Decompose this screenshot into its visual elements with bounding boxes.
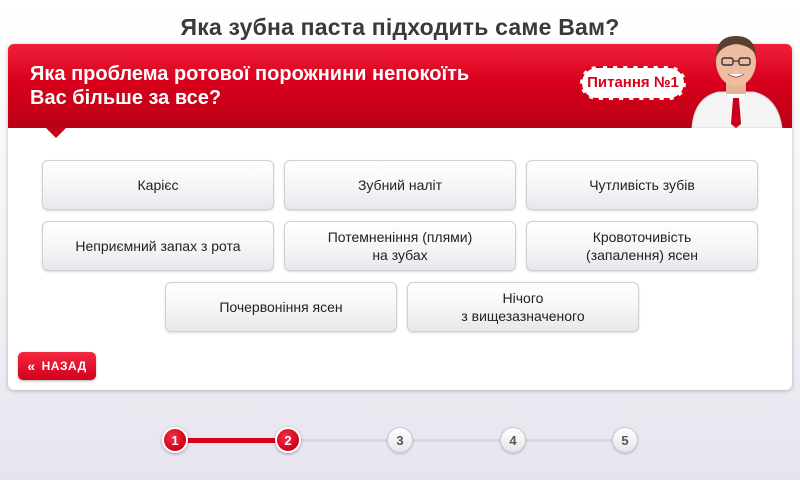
step-2[interactable]: 2 [275,427,301,453]
option-sensitivity[interactable]: Чутливість зубів [526,160,758,210]
step-1[interactable]: 1 [162,427,188,453]
option-bad-breath[interactable]: Неприємний запах з рота [42,221,274,271]
step-3[interactable]: 3 [387,427,413,453]
back-button-label: НАЗАД [41,359,87,373]
question-card: Яка проблема ротової порожнини непокоїть… [8,36,792,390]
option-plaque[interactable]: Зубний наліт [284,160,516,210]
option-label: Кровоточивість (запалення) ясен [586,229,698,263]
question-text: Яка проблема ротової порожнини непокоїть… [30,62,550,110]
progress-track-fill [175,438,288,443]
progress-indicator: 1 2 3 4 5 [0,420,800,460]
option-label: Карієс [137,177,179,193]
back-button[interactable]: « НАЗАД [18,352,96,380]
question-line-1: Яка проблема ротової порожнини непокоїть [30,63,470,85]
step-5[interactable]: 5 [612,427,638,453]
double-chevron-left-icon: « [27,358,36,374]
option-label: Почервоніння ясен [219,299,343,315]
page-title: Яка зубна паста підходить саме Вам? [180,14,620,40]
option-bleeding-gums[interactable]: Кровоточивість (запалення) ясен [526,221,758,271]
option-none[interactable]: Нічого з вищезазначеного [407,282,639,332]
option-stains[interactable]: Потемненіння (плями) на зубах [284,221,516,271]
option-label: Потемненіння (плями) на зубах [327,229,473,263]
question-line-2: Вас більше за все? [30,87,222,109]
option-label: Нічого з вищезазначеного [461,290,585,324]
doctor-avatar [691,36,783,128]
option-caries[interactable]: Карієс [42,160,274,210]
option-red-gums[interactable]: Почервоніння ясен [165,282,397,332]
question-number-badge: Питання №1 [580,66,686,100]
option-label: Зубний наліт [357,177,443,193]
step-4[interactable]: 4 [500,427,526,453]
option-label: Чутливість зубів [589,177,695,193]
question-header: Яка проблема ротової порожнини непокоїть… [8,36,792,138]
option-label: Неприємний запах з рота [75,238,241,254]
header-pointer [46,128,66,138]
